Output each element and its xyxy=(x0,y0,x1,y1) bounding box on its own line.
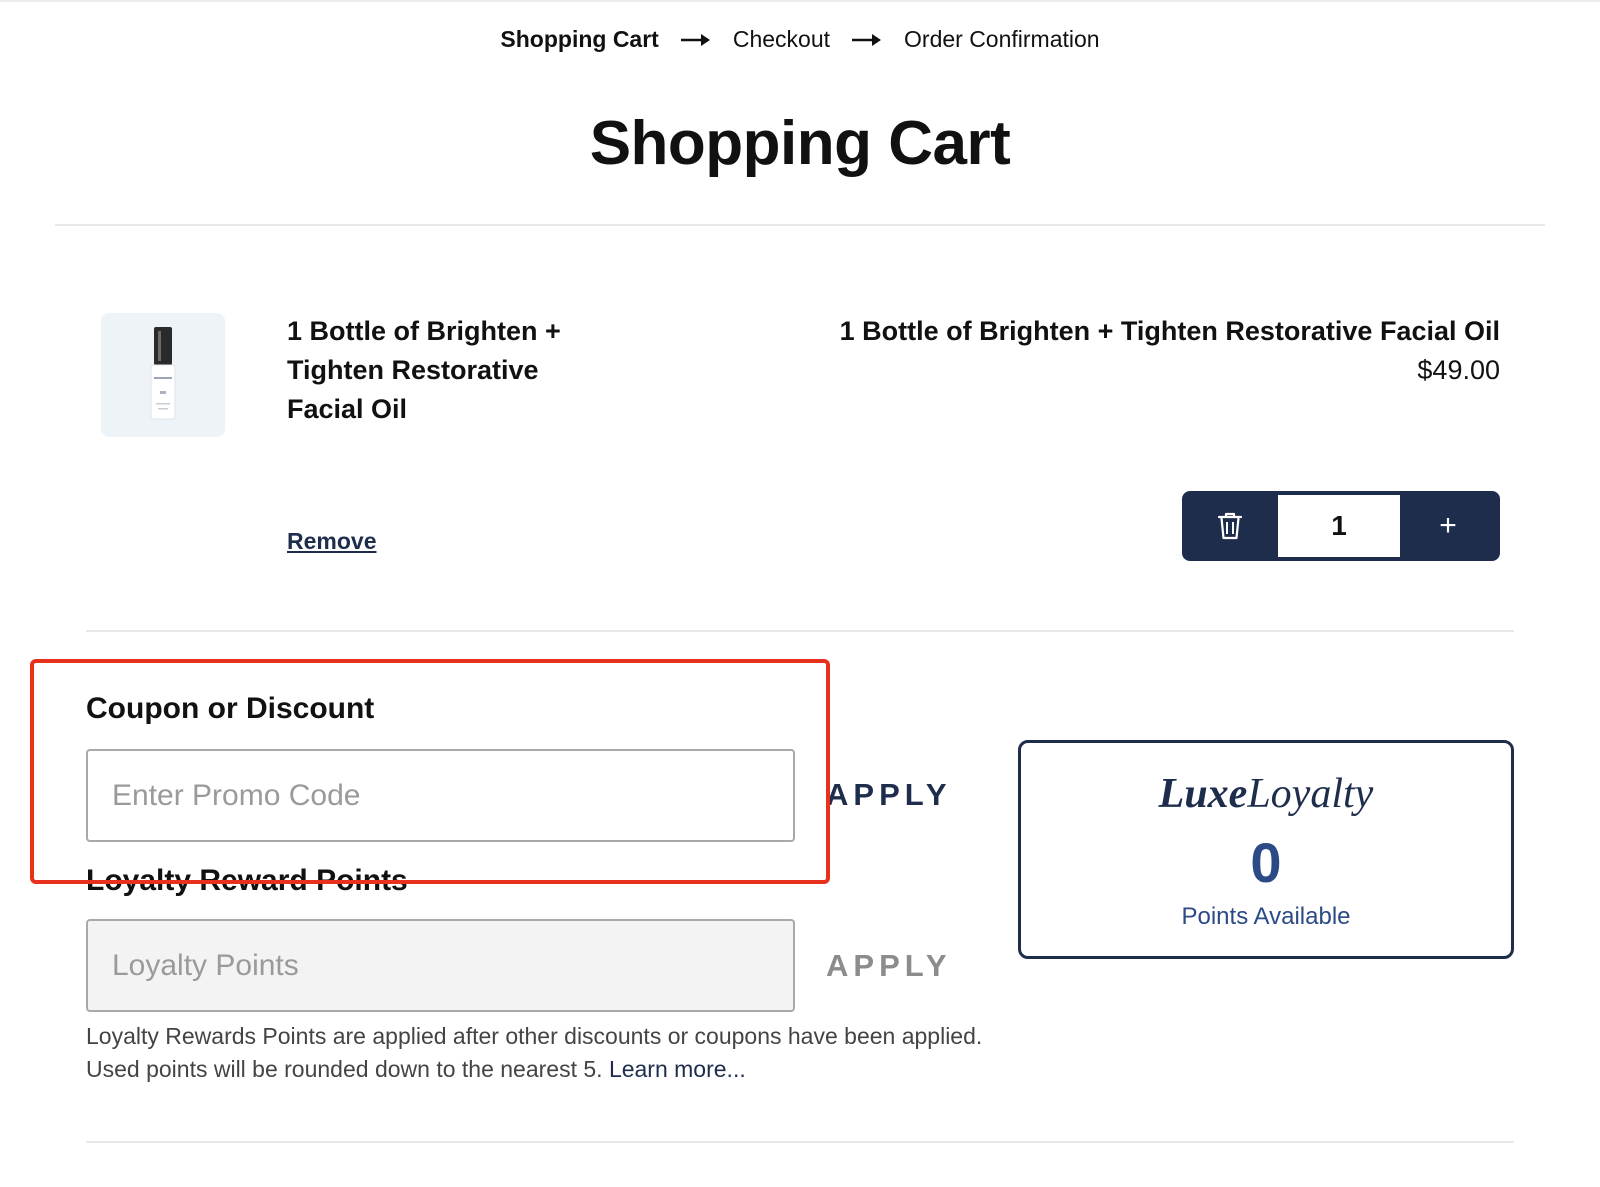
section-divider xyxy=(86,630,1514,632)
breadcrumb: Shopping Cart Checkout Order Confirmatio… xyxy=(0,26,1600,53)
loyalty-card: LuxeLoyalty 0 Points Available xyxy=(1018,740,1514,959)
points-count: 0 xyxy=(1250,831,1282,894)
loyalty-points-input[interactable] xyxy=(86,919,795,1012)
points-available-label: Points Available xyxy=(1181,903,1351,930)
logo-part-luxe: Luxe xyxy=(1158,771,1248,817)
help-line-1: Loyalty Rewards Points are applied after… xyxy=(86,1023,983,1049)
top-border xyxy=(0,0,1600,2)
product-bottle-image xyxy=(150,327,176,420)
product-name-summary: 1 Bottle of Brighten + Tighten Restorati… xyxy=(839,316,1500,346)
increment-button[interactable]: + xyxy=(1400,491,1496,561)
delete-button[interactable] xyxy=(1182,491,1278,561)
promo-code-input[interactable] xyxy=(86,749,795,842)
luxe-loyalty-logo: LuxeLoyalty xyxy=(1021,769,1511,819)
trash-icon xyxy=(1217,512,1243,540)
help-line-2: Used points will be rounded down to the … xyxy=(86,1053,1086,1086)
help-line-2-text: Used points will be rounded down to the … xyxy=(86,1056,603,1082)
coupon-label: Coupon or Discount xyxy=(86,692,375,725)
apply-loyalty-button[interactable]: APPLY xyxy=(826,948,952,984)
breadcrumb-order-confirmation[interactable]: Order Confirmation xyxy=(904,26,1100,53)
bottom-divider xyxy=(86,1141,1514,1143)
header-divider xyxy=(55,224,1545,226)
learn-more-link[interactable]: Learn more... xyxy=(609,1056,746,1082)
product-price: $49.00 xyxy=(1417,355,1500,385)
product-thumbnail[interactable] xyxy=(101,313,225,437)
apply-coupon-button[interactable]: APPLY xyxy=(826,777,952,813)
loyalty-label: Loyalty Reward Points xyxy=(86,864,408,897)
arrow-right-icon xyxy=(852,33,882,47)
remove-link[interactable]: Remove xyxy=(287,528,376,555)
breadcrumb-checkout[interactable]: Checkout xyxy=(733,26,830,53)
quantity-stepper: 1 + xyxy=(1182,491,1500,561)
arrow-right-icon xyxy=(680,33,711,47)
logo-part-loyalty: Loyalty xyxy=(1247,771,1374,817)
product-name[interactable]: 1 Bottle of Brighten + Tighten Restorati… xyxy=(287,312,607,429)
quantity-value[interactable]: 1 xyxy=(1278,495,1400,557)
page-title: Shopping Cart xyxy=(589,109,1011,178)
plus-icon: + xyxy=(1439,509,1457,542)
breadcrumb-shopping-cart[interactable]: Shopping Cart xyxy=(500,26,658,53)
loyalty-help-text: Loyalty Rewards Points are applied after… xyxy=(86,1020,1086,1086)
